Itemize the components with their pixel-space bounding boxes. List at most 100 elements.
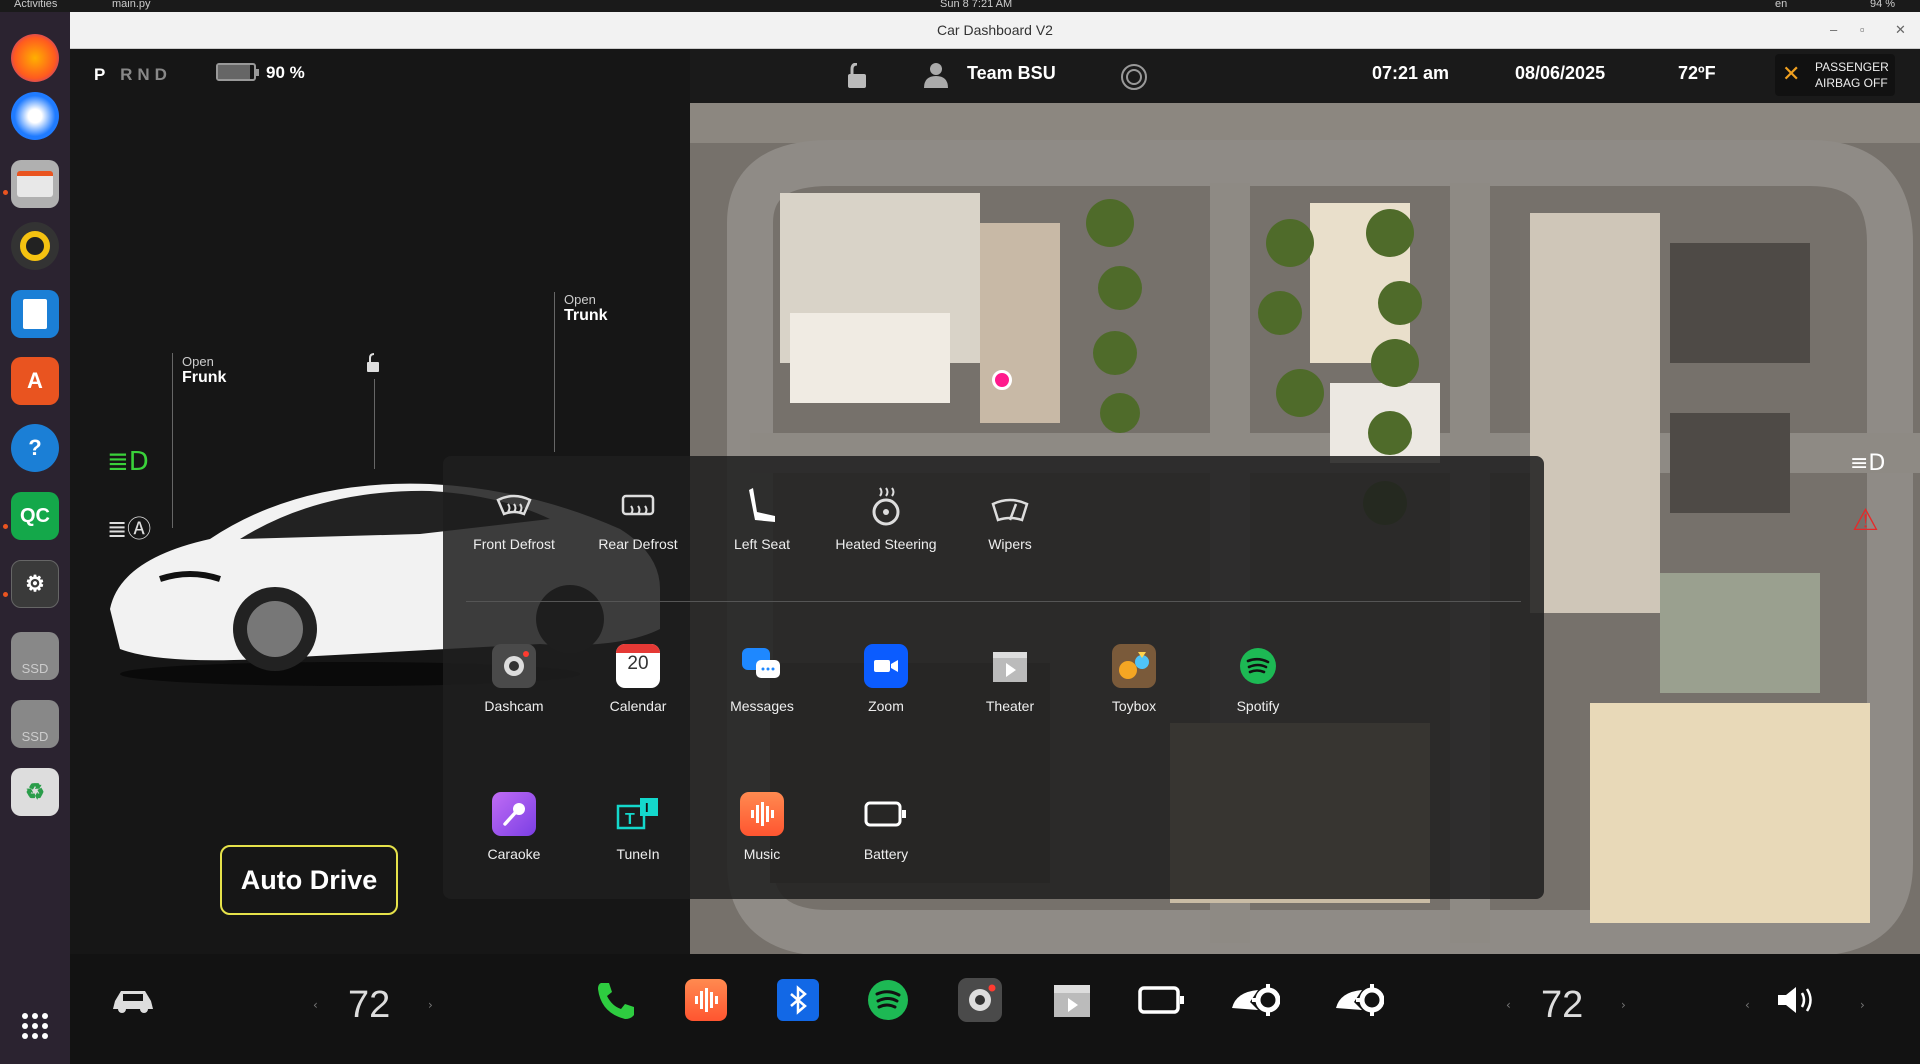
help-icon[interactable]: ? [11,424,59,472]
thunderbird-icon[interactable] [11,92,59,140]
battery-percent: 90 % [266,63,305,82]
user-icon[interactable] [923,61,949,93]
settings-icon[interactable]: ⚙ [11,560,59,608]
dashboard: ≡D ⚠ P RND 90 % Team BSU 07:21 am 08/06/… [70,49,1920,1064]
profile-name[interactable]: Team BSU [967,63,1056,84]
tunein-icon: TI [616,792,660,836]
app-spotify[interactable]: Spotify [1188,644,1328,714]
airbag-off-icon: ✕ [1782,62,1801,87]
app-music[interactable]: Music [692,792,832,862]
theater-icon [988,644,1032,688]
bluetooth-icon[interactable] [772,974,824,1026]
volume-icon[interactable] [1772,974,1824,1026]
window-title: Car Dashboard V2 [937,22,1053,38]
close-button[interactable]: ✕ [1895,12,1906,48]
front-defrost-icon [444,478,584,526]
rear-defrost-button[interactable]: Rear Defrost [568,478,708,552]
minimize-button[interactable]: – [1830,12,1837,48]
defrost-fan-icon[interactable] [1228,974,1280,1026]
bottom-bar: ‹ 72 › ‹ 72 › ‹ › [70,954,1920,1064]
lang-indicator[interactable]: en [1775,0,1787,10]
trash-icon[interactable]: ♻ [11,768,59,816]
ssd-icon[interactable]: SSD [11,700,59,748]
zoom-icon [864,644,908,688]
heated-steering-icon [816,478,956,526]
volume-up[interactable]: › [1860,998,1865,1012]
section-divider [466,601,1521,602]
messages-icon [740,644,784,688]
app-caraoke[interactable]: Caraoke [444,792,584,862]
app-calendar[interactable]: 20 Calendar [568,644,708,714]
spotify-icon[interactable] [862,974,914,1026]
frunk-button[interactable]: Open Frunk [182,354,226,387]
maximize-button[interactable]: ▫ [1860,12,1865,48]
lock-icon[interactable] [842,62,872,95]
app-menu[interactable]: main.py [112,0,151,10]
music-icon [740,792,784,836]
system-top-bar: Activities main.py Sun 8 7:21 AM en 94 % [0,0,1920,12]
system-battery[interactable]: 94 % [1870,0,1895,10]
system-clock[interactable]: Sun 8 7:21 AM [940,0,1012,10]
toybox-icon [1112,644,1156,688]
rear-fan-icon[interactable] [1332,974,1384,1026]
volume-down[interactable]: ‹ [1745,998,1750,1012]
front-defrost-button[interactable]: Front Defrost [444,478,584,552]
app-dashcam[interactable]: Dashcam [444,644,584,714]
svg-text:T: T [625,811,635,828]
temp-right-up[interactable]: › [1621,998,1626,1012]
trunk-button[interactable]: Open Trunk [564,292,608,325]
wipers-icon [940,478,1080,526]
car-icon[interactable] [107,974,159,1026]
temp-left-up[interactable]: › [428,998,433,1012]
app-battery[interactable]: Battery [816,792,956,862]
spotify-icon [1236,644,1280,688]
charge-port-unlock-icon[interactable] [362,353,384,379]
dashcam-icon [492,644,536,688]
app-center-icon[interactable]: A [11,357,59,405]
battery-icon[interactable] [1136,974,1188,1026]
left-seat-button[interactable]: Left Seat [692,478,832,552]
writer-icon[interactable] [11,290,59,338]
driver-temperature: 72 [348,984,391,1026]
passenger-temperature: 72 [1541,984,1584,1026]
window-titlebar: Car Dashboard V2 – ▫ ✕ [70,12,1920,49]
app-toybox[interactable]: Toybox [1064,644,1204,714]
ssd-icon[interactable]: SSD [11,632,59,680]
app-grid-icon[interactable] [11,1002,59,1050]
seatbelt-warning-icon: ⚠ [1852,503,1879,538]
activities-button[interactable]: Activities [14,0,57,10]
app-messages[interactable]: Messages [692,644,832,714]
gear-selector[interactable]: P RND [94,65,172,85]
caraoke-icon [492,792,536,836]
music-icon[interactable] [680,974,732,1026]
dock: A ? QC ⚙ SSD SSD ♻ [0,12,70,1064]
target-icon[interactable] [1120,63,1148,95]
app-window: Car Dashboard V2 – ▫ ✕ ≡D ⚠ P RND 90 % T… [70,12,1920,1064]
airbag-status: ✕ PASSENGER AIRBAG OFF [1775,54,1895,96]
auto-drive-button[interactable]: Auto Drive [220,845,398,915]
files-icon[interactable] [11,160,59,208]
status-header: P RND 90 % Team BSU 07:21 am 08/06/2025 … [70,49,1920,103]
svg-text:I: I [645,800,649,815]
rhythmbox-icon[interactable] [11,222,59,270]
location-marker [992,370,1012,390]
calendar-icon: 20 [616,644,660,688]
clock: 07:21 am [1372,63,1450,83]
app-theater[interactable]: Theater [940,644,1080,714]
app-launcher: Front Defrost Rear Defrost Left Seat Hea… [443,456,1544,899]
seat-icon [692,478,832,526]
dashcam-icon[interactable] [954,974,1006,1026]
wipers-button[interactable]: Wipers [940,478,1080,552]
battery-gauge [216,63,259,81]
theater-icon[interactable] [1046,974,1098,1026]
temp-left-down[interactable]: ‹ [313,998,318,1012]
app-zoom[interactable]: Zoom [816,644,956,714]
firefox-icon[interactable] [11,34,59,82]
temp-right-down[interactable]: ‹ [1506,998,1511,1012]
date: 08/06/2025 [1515,63,1606,83]
outside-temperature: 72ºF [1678,63,1716,83]
heated-steering-button[interactable]: Heated Steering [816,478,956,552]
app-tunein[interactable]: TI TuneIn [568,792,708,862]
qc-icon[interactable]: QC [11,492,59,540]
phone-icon[interactable] [590,974,642,1026]
